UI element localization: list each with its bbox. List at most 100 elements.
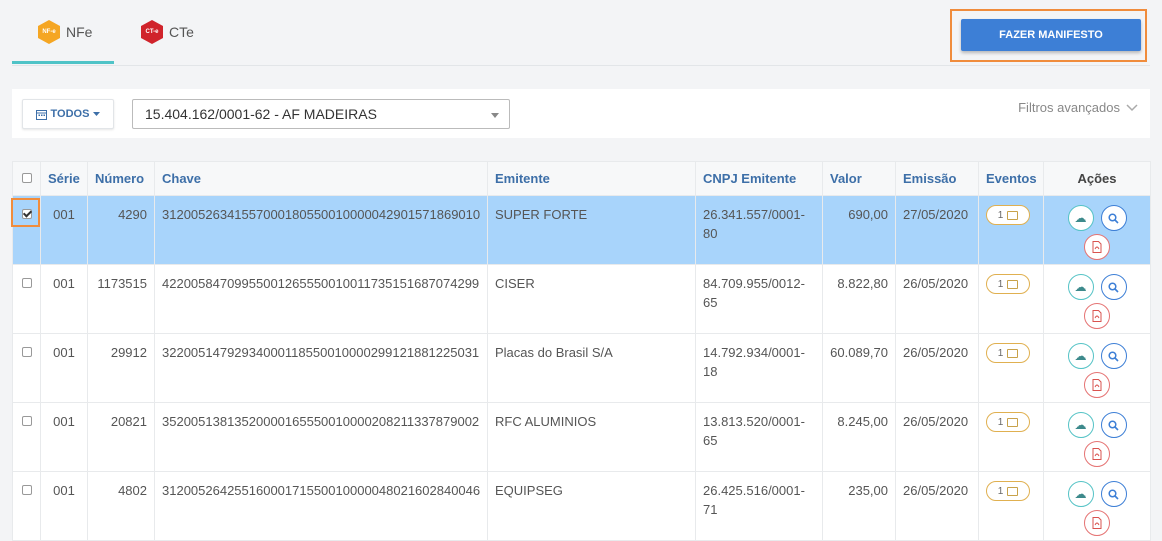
cell-emissao: 26/05/2020 — [895, 471, 979, 541]
table-row[interactable]: 001 29912 322005147929340001185500100002… — [12, 333, 1151, 403]
table-header-row: Série Número Chave Emitente CNPJ Emitent… — [12, 161, 1151, 196]
pdf-icon[interactable] — [1084, 372, 1110, 398]
cell-emitente: RFC ALUMINIOS — [487, 402, 696, 472]
row-actions: ☁ — [1061, 343, 1133, 398]
comment-icon — [1007, 279, 1019, 289]
comment-icon — [1007, 210, 1019, 220]
calendar-icon — [35, 109, 47, 120]
pdf-icon[interactable] — [1084, 441, 1110, 467]
events-badge[interactable]: 1 — [986, 412, 1030, 432]
advanced-filters-toggle[interactable]: Filtros avançados — [1018, 100, 1138, 115]
table-row[interactable]: 001 4802 3120052642551600017155001000004… — [12, 471, 1151, 541]
events-badge[interactable]: 1 — [986, 205, 1030, 225]
comment-icon — [1007, 417, 1019, 427]
cell-chave: 3220051479293400011855001000029912188122… — [154, 333, 488, 403]
cell-valor: 235,00 — [822, 471, 896, 541]
search-icon[interactable] — [1100, 412, 1127, 438]
cell-valor: 8.822,80 — [822, 264, 896, 334]
nfe-icon: NF-e — [38, 20, 60, 44]
row-checkbox[interactable] — [21, 485, 32, 495]
cte-icon: CT-e — [141, 20, 163, 44]
table-row[interactable]: 001 20821 352005138135200001655500100002… — [12, 402, 1151, 472]
tab-nfe-label: NFe — [66, 24, 93, 40]
fazer-manifesto-button[interactable]: FAZER MANIFESTO — [961, 19, 1141, 51]
events-count: 1 — [997, 209, 1004, 221]
cell-acoes: ☁ — [1043, 402, 1151, 472]
comment-icon — [1007, 486, 1019, 496]
row-actions: ☁ — [1061, 481, 1133, 536]
header-acoes: Ações — [1043, 161, 1151, 196]
cell-cnpj: 14.792.934/0001-18 — [695, 333, 823, 403]
row-checkbox-cell — [11, 195, 41, 265]
cell-emitente: SUPER FORTE — [487, 195, 696, 265]
events-count: 1 — [997, 485, 1004, 497]
row-checkbox-cell — [12, 333, 41, 403]
cell-chave: 3520051381352000016555001000020821133787… — [154, 402, 488, 472]
cloud-download-icon[interactable]: ☁ — [1067, 205, 1094, 231]
header-emissao[interactable]: Emissão — [895, 161, 979, 196]
tab-cte-label: CTe — [169, 24, 194, 40]
table-row[interactable]: 001 1173515 4220058470995500126555001001… — [12, 264, 1151, 334]
header-valor[interactable]: Valor — [822, 161, 896, 196]
advanced-filters-label: Filtros avançados — [1018, 100, 1120, 115]
row-checkbox-cell — [12, 402, 41, 472]
cell-serie: 001 — [40, 333, 88, 403]
cell-serie: 001 — [40, 402, 88, 472]
cell-emitente: CISER — [487, 264, 696, 334]
active-tab-indicator — [12, 61, 114, 64]
pdf-icon[interactable] — [1084, 234, 1110, 260]
search-icon[interactable] — [1100, 481, 1127, 507]
row-checkbox[interactable] — [21, 278, 32, 288]
pdf-icon[interactable] — [1084, 303, 1110, 329]
cell-numero: 1173515 — [87, 264, 155, 334]
cloud-download-icon[interactable]: ☁ — [1067, 481, 1094, 507]
cloud-download-icon[interactable]: ☁ — [1067, 343, 1094, 369]
cell-numero: 4802 — [87, 471, 155, 541]
row-checkbox[interactable] — [21, 347, 32, 357]
chevron-down-icon — [1126, 103, 1138, 111]
header-eventos[interactable]: Eventos — [978, 161, 1044, 196]
cell-emissao: 26/05/2020 — [895, 402, 979, 472]
cell-cnpj: 26.425.516/0001-71 — [695, 471, 823, 541]
cell-chave: 3120052634155700018055001000004290157186… — [154, 195, 488, 265]
company-select[interactable]: 15.404.162/0001-62 - AF MADEIRAS — [132, 99, 510, 129]
cell-eventos: 1 — [978, 264, 1044, 334]
events-count: 1 — [997, 347, 1004, 359]
header-emitente[interactable]: Emitente — [487, 161, 696, 196]
events-count: 1 — [997, 416, 1004, 428]
cell-chave: 4220058470995500126555001001173515168707… — [154, 264, 488, 334]
cell-eventos: 1 — [978, 195, 1044, 265]
cloud-download-icon[interactable]: ☁ — [1067, 412, 1094, 438]
events-badge[interactable]: 1 — [986, 343, 1030, 363]
todos-dropdown-button[interactable]: TODOS — [22, 99, 114, 129]
cell-emissao: 27/05/2020 — [895, 195, 979, 265]
header-serie[interactable]: Série — [40, 161, 88, 196]
select-all-checkbox[interactable] — [21, 173, 32, 183]
comment-icon — [1007, 348, 1019, 358]
search-icon[interactable] — [1100, 205, 1127, 231]
filter-bar: TODOS 15.404.162/0001-62 - AF MADEIRAS F… — [12, 89, 1150, 138]
pdf-icon[interactable] — [1084, 510, 1110, 536]
cell-valor: 60.089,70 — [822, 333, 896, 403]
search-icon[interactable] — [1100, 274, 1127, 300]
row-checkbox-cell — [12, 264, 41, 334]
header-cnpj[interactable]: CNPJ Emitente — [695, 161, 823, 196]
row-checkbox[interactable] — [21, 416, 32, 426]
cell-cnpj: 13.813.520/0001-65 — [695, 402, 823, 472]
cloud-download-icon[interactable]: ☁ — [1067, 274, 1094, 300]
row-actions: ☁ — [1061, 205, 1133, 260]
header-numero[interactable]: Número — [87, 161, 155, 196]
search-icon[interactable] — [1100, 343, 1127, 369]
cell-serie: 001 — [40, 264, 88, 334]
tab-nfe[interactable]: NF-e NFe — [38, 20, 114, 66]
cell-emissao: 26/05/2020 — [895, 264, 979, 334]
cell-cnpj: 84.709.955/0012-65 — [695, 264, 823, 334]
header-chave[interactable]: Chave — [154, 161, 488, 196]
cell-emissao: 26/05/2020 — [895, 333, 979, 403]
events-badge[interactable]: 1 — [986, 274, 1030, 294]
table-row[interactable]: 001 4290 3120052634155700018055001000004… — [11, 195, 1151, 265]
manifest-button-highlight: FAZER MANIFESTO — [950, 9, 1147, 62]
tab-cte[interactable]: CT-e CTe — [141, 20, 194, 66]
events-badge[interactable]: 1 — [986, 481, 1030, 501]
cell-acoes: ☁ — [1043, 264, 1151, 334]
